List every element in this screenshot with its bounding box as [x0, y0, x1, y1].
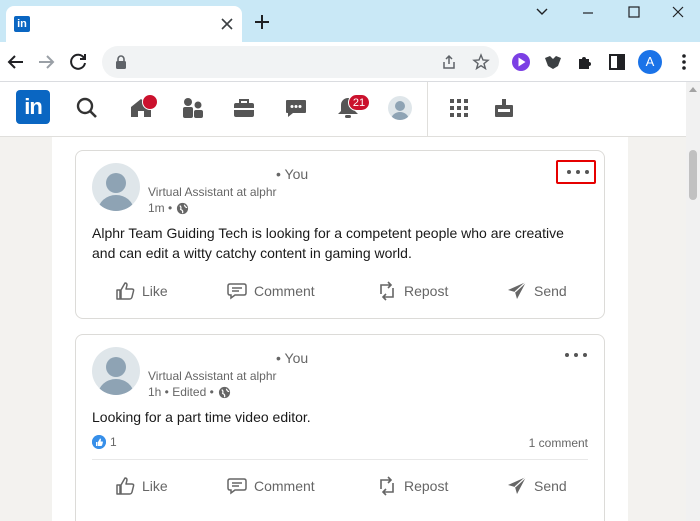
extensions-puzzle-icon[interactable] — [574, 51, 596, 73]
globe-icon — [218, 386, 230, 398]
scroll-up-arrow-icon[interactable] — [689, 87, 697, 92]
comment-label: Comment — [254, 478, 315, 494]
reactions-summary[interactable]: 1 — [92, 435, 117, 449]
bookmark-star-icon[interactable] — [472, 53, 490, 71]
send-label: Send — [534, 283, 567, 299]
me-avatar[interactable] — [388, 96, 412, 120]
browser-menu-kebab-icon[interactable] — [673, 51, 695, 73]
address-bar[interactable] — [102, 46, 499, 78]
forward-arrow-icon[interactable] — [34, 50, 58, 74]
my-network-icon[interactable] — [180, 95, 206, 121]
send-paper-plane-icon — [508, 281, 527, 299]
browser-toolbar: A — [0, 42, 700, 82]
send-button[interactable]: Send — [506, 474, 567, 498]
linkedin-favicon-icon: in — [14, 16, 30, 32]
more-dots-icon — [565, 353, 587, 357]
repost-button[interactable]: Repost — [376, 474, 448, 498]
window-close-icon[interactable] — [664, 4, 692, 20]
feed-post: • You Virtual Assistant at alphr 1h • Ed… — [75, 334, 605, 521]
post-time: 1h • Edited • — [148, 385, 214, 399]
feed-post: • You Virtual Assistant at alphr 1m • Al… — [75, 150, 605, 319]
like-label: Like — [142, 478, 168, 494]
like-button[interactable]: Like — [114, 474, 168, 498]
repost-label: Repost — [404, 283, 449, 299]
post-author-headline: Virtual Assistant at alphr — [148, 369, 277, 383]
post-author-avatar[interactable] — [92, 347, 140, 395]
more-dots-icon — [567, 170, 589, 174]
notifications-badge: 21 — [348, 94, 370, 111]
close-tab-icon[interactable] — [218, 15, 236, 33]
home-badge — [142, 94, 158, 110]
repost-button[interactable]: Repost — [376, 279, 448, 303]
feed-column: • You Virtual Assistant at alphr 1m • Al… — [52, 137, 628, 521]
thumbs-up-icon — [116, 477, 135, 495]
tab-search-chevron-icon[interactable] — [528, 4, 556, 20]
post-more-options-button[interactable] — [556, 345, 596, 367]
work-grid-icon[interactable] — [446, 95, 472, 121]
reaction-count: 1 — [110, 435, 117, 449]
post-time: 1m • — [148, 201, 173, 215]
post-meta: 1m • — [148, 201, 189, 215]
comment-bubble-icon — [227, 478, 247, 495]
person-avatar-icon — [98, 173, 134, 211]
browser-tab-linkedin[interactable]: in — [6, 6, 242, 42]
advertise-icon[interactable] — [491, 95, 517, 121]
back-arrow-icon[interactable] — [4, 50, 28, 74]
repost-arrows-icon — [380, 281, 394, 301]
share-icon[interactable] — [440, 53, 458, 71]
lock-icon[interactable] — [112, 53, 130, 71]
extension-shield-icon[interactable] — [542, 51, 564, 73]
maximize-icon[interactable] — [620, 4, 648, 20]
linkedin-logo[interactable]: in — [16, 90, 50, 124]
like-reaction-icon — [92, 435, 106, 449]
person-avatar-icon — [98, 357, 134, 395]
like-button[interactable]: Like — [114, 279, 168, 303]
repost-arrows-icon — [380, 476, 394, 496]
jobs-briefcase-icon[interactable] — [231, 95, 257, 121]
header-divider — [427, 82, 428, 137]
thumbs-up-icon — [116, 282, 135, 300]
scrollbar-thumb[interactable] — [689, 150, 697, 200]
minimize-icon[interactable] — [574, 4, 602, 20]
profile-avatar[interactable]: A — [638, 50, 662, 74]
comments-count[interactable]: 1 comment — [529, 436, 588, 450]
reload-icon[interactable] — [66, 50, 90, 74]
send-label: Send — [534, 478, 567, 494]
post-author-avatar[interactable] — [92, 163, 140, 211]
comment-bubble-icon — [227, 283, 247, 300]
send-button[interactable]: Send — [506, 279, 567, 303]
side-panel-icon[interactable] — [606, 51, 628, 73]
person-avatar-icon — [391, 101, 409, 120]
page-scrollbar[interactable] — [686, 82, 700, 521]
post-author-headline: Virtual Assistant at alphr — [148, 185, 277, 199]
comment-button[interactable]: Comment — [226, 279, 315, 303]
post-actions-bar: Like Comment Repost Send — [76, 271, 604, 311]
post-author-suffix: • You — [276, 350, 309, 366]
comment-button[interactable]: Comment — [226, 474, 315, 498]
post-text: Alphr Team Guiding Tech is looking for a… — [92, 225, 564, 261]
card-divider — [92, 459, 588, 460]
search-icon[interactable] — [74, 95, 100, 121]
post-author-suffix: • You — [276, 166, 309, 182]
linkedin-global-nav: in 21 — [0, 82, 686, 137]
globe-icon — [177, 202, 189, 214]
messaging-icon[interactable] — [283, 95, 309, 121]
like-label: Like — [142, 283, 168, 299]
browser-tab-strip: in — [0, 0, 700, 42]
send-paper-plane-icon — [508, 476, 527, 494]
post-text: Looking for a part time video editor. — [92, 409, 311, 425]
new-tab-icon[interactable] — [252, 12, 272, 32]
repost-label: Repost — [404, 478, 449, 494]
post-meta: 1h • Edited • — [148, 385, 231, 399]
comment-label: Comment — [254, 283, 315, 299]
post-more-options-button[interactable] — [556, 160, 596, 184]
post-actions-bar: Like Comment Repost Send — [76, 466, 604, 506]
video-extension-icon[interactable] — [510, 51, 532, 73]
